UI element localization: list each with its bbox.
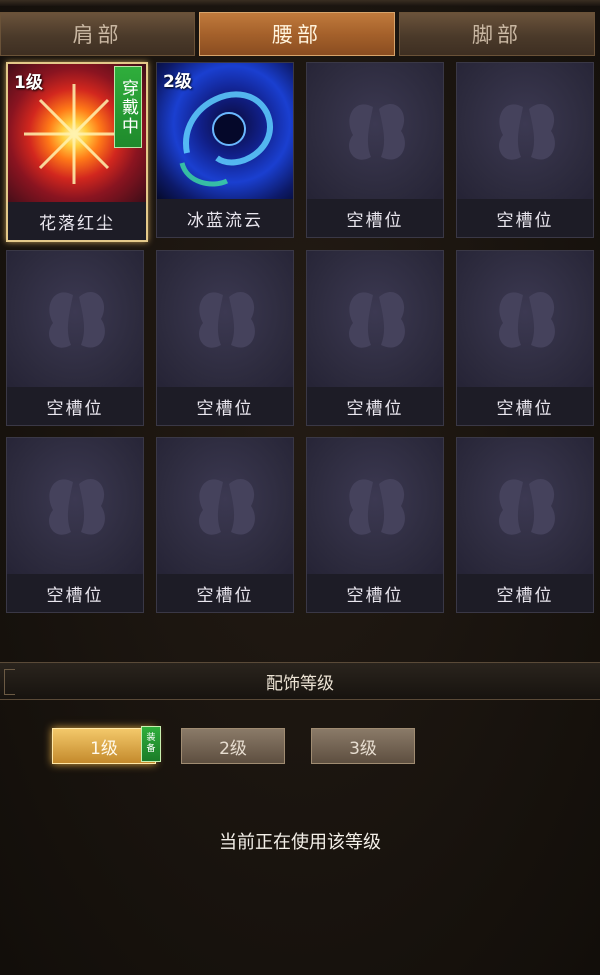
slot-name: 空槽位 bbox=[157, 387, 293, 425]
empty-slot-art bbox=[307, 63, 443, 199]
butterfly-icon bbox=[49, 292, 105, 348]
slot-level: 2级 bbox=[163, 72, 192, 92]
level-2-button[interactable]: 2级 bbox=[181, 728, 285, 764]
badge-char: 装 bbox=[146, 733, 156, 743]
slot-3[interactable]: 空槽位 bbox=[306, 62, 444, 238]
level-label: 1级 bbox=[90, 738, 118, 759]
slot-12[interactable]: 空槽位 bbox=[456, 437, 594, 613]
empty-slot-art bbox=[7, 438, 143, 574]
slot-name: 花落红尘 bbox=[8, 202, 146, 240]
status-text: 当前正在使用该等级 bbox=[219, 832, 381, 853]
level-label: 2级 bbox=[219, 738, 247, 759]
slot-name: 空槽位 bbox=[307, 574, 443, 612]
slot-1[interactable]: 1级 穿戴中 花落红尘 bbox=[6, 62, 148, 242]
empty-slot-art bbox=[457, 251, 593, 387]
butterfly-icon bbox=[499, 104, 555, 160]
slot-name: 冰蓝流云 bbox=[157, 199, 293, 237]
slot-11[interactable]: 空槽位 bbox=[306, 437, 444, 613]
butterfly-icon bbox=[349, 292, 405, 348]
slot-10[interactable]: 空槽位 bbox=[156, 437, 294, 613]
slot-name: 空槽位 bbox=[307, 199, 443, 237]
empty-slot-art bbox=[7, 251, 143, 387]
butterfly-icon bbox=[199, 292, 255, 348]
slot-4[interactable]: 空槽位 bbox=[456, 62, 594, 238]
slot-name: 空槽位 bbox=[457, 199, 593, 237]
badge-char: 备 bbox=[146, 744, 156, 754]
level-1-button[interactable]: 1级 装 备 bbox=[52, 726, 161, 764]
empty-slot-art bbox=[457, 63, 593, 199]
empty-slot-art bbox=[157, 438, 293, 574]
slot-5[interactable]: 空槽位 bbox=[6, 250, 144, 426]
slot-9[interactable]: 空槽位 bbox=[6, 437, 144, 613]
section-header: 配饰等级 bbox=[0, 662, 600, 700]
wearing-text: 穿戴中 bbox=[118, 78, 138, 136]
section-title: 配饰等级 bbox=[266, 673, 334, 694]
empty-slot-art bbox=[457, 438, 593, 574]
empty-slot-art bbox=[157, 251, 293, 387]
slot-name: 空槽位 bbox=[307, 387, 443, 425]
slot-2[interactable]: 2级 冰蓝流云 bbox=[156, 62, 294, 238]
tab-waist[interactable]: 腰部 bbox=[199, 12, 395, 56]
slot-name: 空槽位 bbox=[157, 574, 293, 612]
slot-level: 1级 bbox=[14, 73, 43, 93]
empty-slot-art bbox=[307, 251, 443, 387]
tab-shoulder[interactable]: 肩部 bbox=[0, 12, 195, 56]
tab-foot[interactable]: 脚部 bbox=[399, 12, 595, 56]
butterfly-icon bbox=[199, 479, 255, 535]
butterfly-icon bbox=[49, 479, 105, 535]
level-3-button[interactable]: 3级 bbox=[311, 728, 415, 764]
slot-6[interactable]: 空槽位 bbox=[156, 250, 294, 426]
top-border bbox=[0, 0, 600, 6]
accessory-panel: 肩部 腰部 脚部 1级 穿戴中 花落红尘 2级 冰蓝流云 空槽位 空槽位 空槽位… bbox=[0, 0, 600, 975]
slot-name: 空槽位 bbox=[7, 574, 143, 612]
slot-name: 空槽位 bbox=[7, 387, 143, 425]
empty-slot-art bbox=[307, 438, 443, 574]
slot-8[interactable]: 空槽位 bbox=[456, 250, 594, 426]
level-label: 3级 bbox=[349, 738, 377, 759]
butterfly-icon bbox=[499, 479, 555, 535]
butterfly-icon bbox=[349, 104, 405, 160]
butterfly-icon bbox=[499, 292, 555, 348]
slot-name: 空槽位 bbox=[457, 387, 593, 425]
equipped-badge: 装 备 bbox=[141, 726, 161, 762]
butterfly-icon bbox=[349, 479, 405, 535]
slot-name: 空槽位 bbox=[457, 574, 593, 612]
wearing-tag: 穿戴中 bbox=[114, 66, 142, 148]
slot-7[interactable]: 空槽位 bbox=[306, 250, 444, 426]
